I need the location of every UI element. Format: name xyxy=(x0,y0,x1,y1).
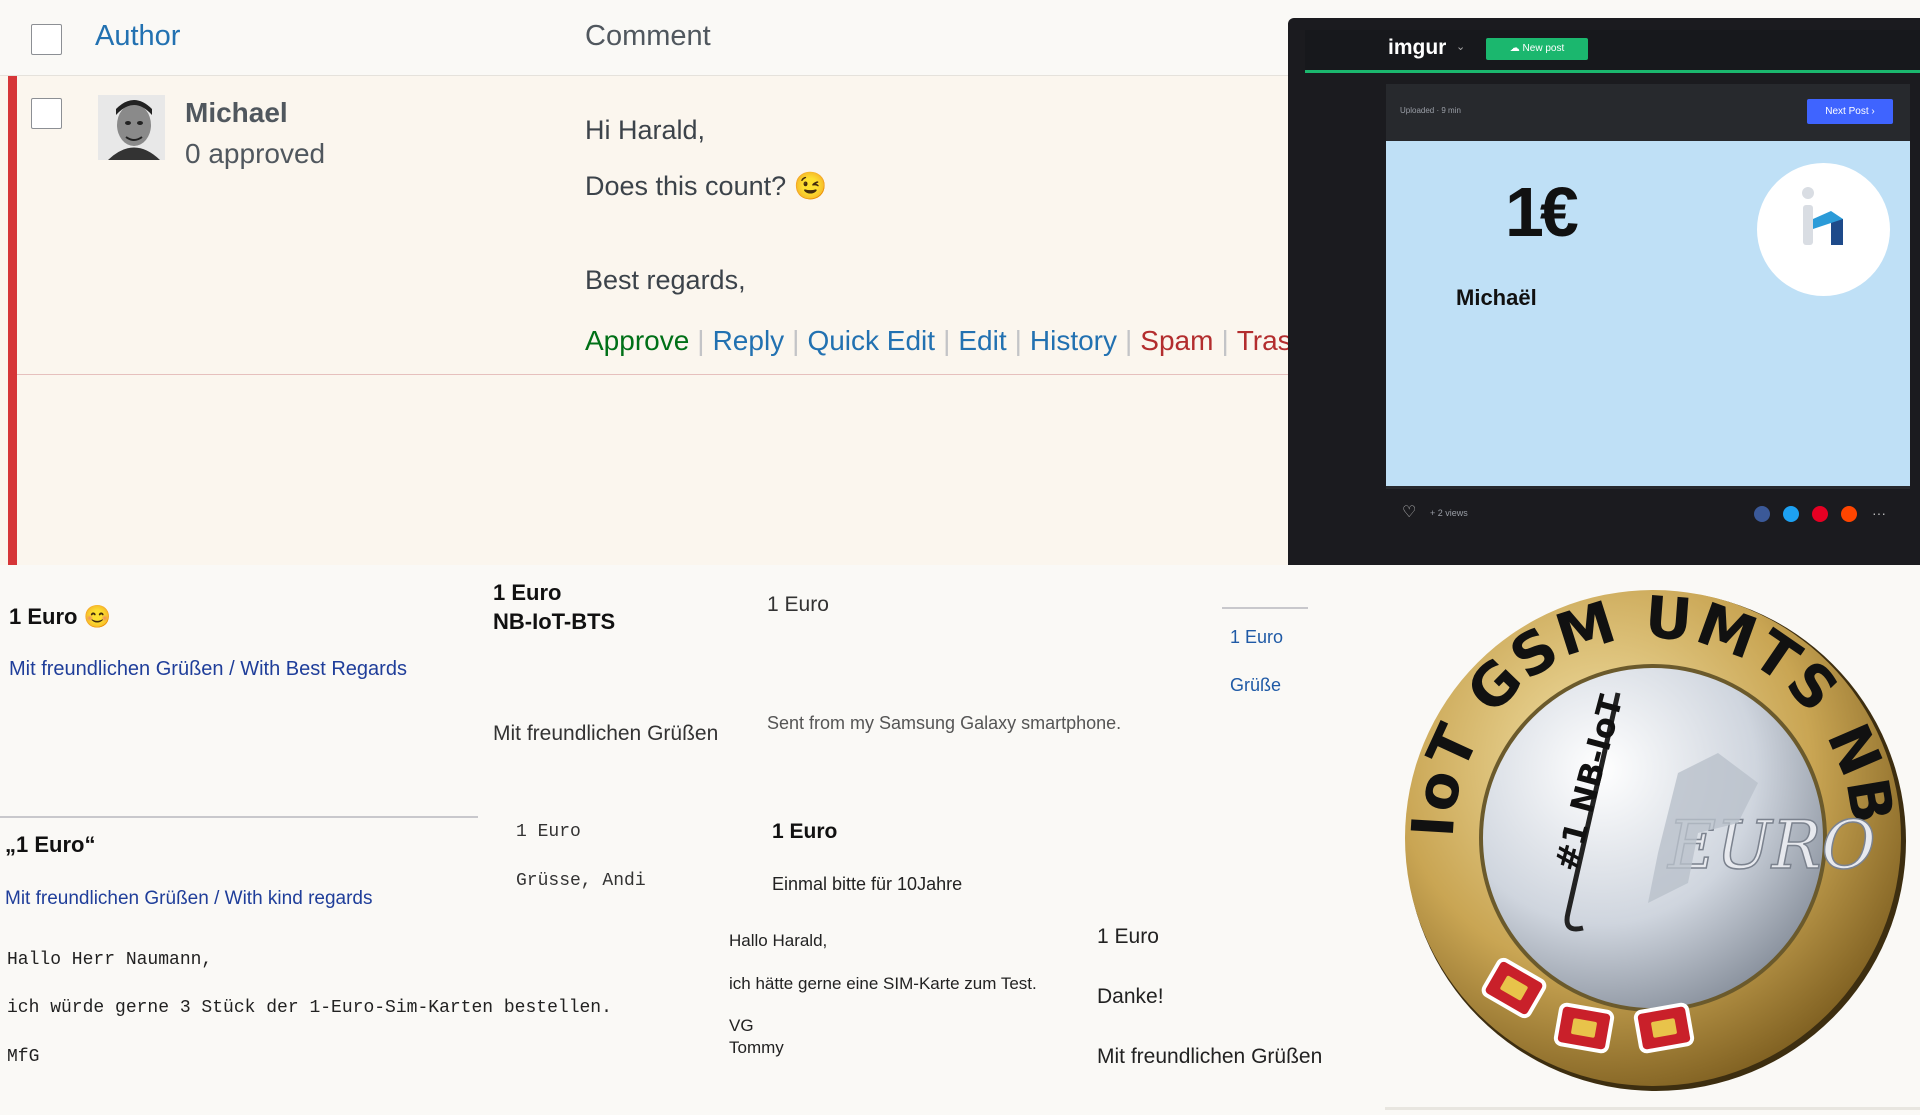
action-separator: | xyxy=(697,325,705,356)
card-price: 1€ xyxy=(1505,173,1579,251)
reply-j-signature: Mit freundlichen Grüßen xyxy=(1097,1045,1323,1068)
reply-c-signature: Sent from my Samsung Galaxy smartphone. xyxy=(767,713,1122,733)
chevron-down-icon[interactable]: ⌄ xyxy=(1456,40,1465,53)
reply-h-line-1: Hallo Herr Naumann, xyxy=(7,950,213,970)
reply-e-title: „1 Euro“ xyxy=(5,832,96,857)
reply-d-title: 1 Euro xyxy=(1230,627,1284,647)
column-author[interactable]: Author xyxy=(95,20,180,53)
facebook-icon[interactable] xyxy=(1754,506,1770,522)
reply-i-line-2: ich hätte gerne eine SIM-Karte zum Test. xyxy=(729,974,1037,993)
action-reply-link[interactable]: Reply xyxy=(713,325,785,356)
next-post-button[interactable]: Next Post › xyxy=(1807,99,1893,124)
action-approve-link[interactable]: Approve xyxy=(585,325,689,356)
reply-g-title: 1 Euro xyxy=(772,820,838,843)
row-divider xyxy=(17,374,1290,375)
reply-c-title: 1 Euro xyxy=(767,593,829,616)
heart-icon[interactable]: ♡ xyxy=(1402,505,1420,521)
reply-g-signature: Einmal bitte für 10Jahre xyxy=(772,874,963,894)
new-post-label: New post xyxy=(1522,43,1565,54)
upload-icon: ☁ xyxy=(1509,43,1523,54)
reply-j-title: 1 Euro xyxy=(1097,925,1159,948)
card-logo xyxy=(1757,163,1890,296)
action-edit-link[interactable]: Edit xyxy=(958,325,1006,356)
comments-table: Author Comment Michael 0 approved Hi Har… xyxy=(0,0,1307,565)
nb-iot-euro-coin: NB-IoT GSM UMTS NB-IoT #1 NB-IoT EURO xyxy=(1373,529,1908,1093)
nb-logo-icon xyxy=(1802,187,1843,245)
action-separator: | xyxy=(792,325,800,356)
new-post-button[interactable]: ☁ New post xyxy=(1486,38,1588,60)
pinterest-icon[interactable] xyxy=(1812,506,1828,522)
reply-f-title: 1 Euro xyxy=(516,822,581,842)
reply-f-signature: Grüsse, Andi xyxy=(516,871,646,891)
action-separator: | xyxy=(943,325,951,356)
reply-b-title-1: 1 Euro xyxy=(493,580,562,605)
reply-b-title-2: NB-IoT-BTS xyxy=(493,609,616,634)
chevron-right-icon: › xyxy=(1871,106,1875,117)
reply-h-line-3: MfG xyxy=(7,1047,40,1067)
comment-closing: Best regards, xyxy=(585,265,746,295)
bottom-rule xyxy=(1385,1107,1920,1110)
reply-i-line-3: VG xyxy=(729,1016,754,1035)
reply-e-rule xyxy=(0,816,478,818)
reply-b-signature: Mit freundlichen Grüßen xyxy=(493,722,719,745)
reddit-icon[interactable] xyxy=(1841,506,1857,522)
comment-question: Does this count? 😉 xyxy=(585,171,828,201)
reply-a-signature: Mit freundlichen Grüßen / With Best Rega… xyxy=(9,658,407,680)
reply-d-rule xyxy=(1222,607,1308,609)
card-name: Michaël xyxy=(1456,285,1537,310)
action-separator: | xyxy=(1221,325,1229,356)
more-icon[interactable]: ··· xyxy=(1872,505,1886,521)
reply-d-signature: Grüße xyxy=(1230,675,1282,695)
next-post-label: Next Post xyxy=(1825,106,1869,117)
action-separator: | xyxy=(1125,325,1133,356)
reply-h-line-2: ich würde gerne 3 Stück der 1-Euro-Sim-K… xyxy=(7,998,612,1018)
action-separator: | xyxy=(1014,325,1022,356)
avatar xyxy=(98,95,165,160)
row-actions: Approve | Reply | Quick Edit | Edit | History | Sp… xyxy=(585,325,1307,357)
reply-i-line-4: Tommy xyxy=(729,1038,784,1057)
column-comment: Comment xyxy=(585,20,711,52)
unapproved-indicator xyxy=(8,76,17,565)
action-quick-edit-link[interactable]: Quick Edit xyxy=(807,325,935,356)
action-history-link[interactable]: History xyxy=(1030,325,1117,356)
reply-i-line-1: Hallo Harald, xyxy=(729,931,828,950)
action-spam-link[interactable]: Spam xyxy=(1140,325,1213,356)
author-name: Michael xyxy=(185,97,288,128)
view-count: + 2 views xyxy=(1430,508,1468,518)
reply-j-line: Danke! xyxy=(1097,985,1164,1008)
row-checkbox[interactable] xyxy=(31,98,62,129)
reply-a-title: 1 Euro 😊 xyxy=(9,604,111,629)
twitter-icon[interactable] xyxy=(1783,506,1799,522)
upload-time: Uploaded · 9 min xyxy=(1400,106,1461,115)
comment-greeting: Hi Harald, xyxy=(585,115,706,145)
imgur-logo[interactable]: imgur xyxy=(1388,36,1446,60)
select-all-checkbox[interactable] xyxy=(31,24,62,55)
reply-e-signature: Mit freundlichen Grüßen / With kind rega… xyxy=(5,888,373,909)
author-approved-count[interactable]: 0 approved xyxy=(185,138,325,170)
